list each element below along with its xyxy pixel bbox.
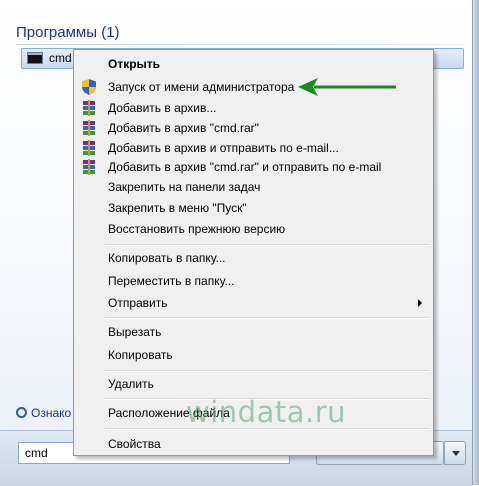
menu-item-cmd-rar-and-email[interactable]: Добавить в архив "cmd.rar" и отправить п…	[77, 157, 430, 177]
menu-item-label: Добавить в архив и отправить по e-mail..…	[108, 141, 339, 155]
menu-item-label: Вырезать	[108, 325, 162, 339]
watermark: windata.ru	[186, 395, 346, 429]
menu-item-label: Свойства	[108, 437, 161, 451]
menu-item-copy-to-folder[interactable]: Копировать в папку...	[77, 248, 430, 268]
menu-item-label: Открыть	[108, 57, 161, 71]
menu-item-properties[interactable]: Свойства	[77, 434, 430, 454]
shutdown-options-arrow[interactable]	[444, 441, 466, 465]
menu-item-label: Добавить в архив...	[108, 101, 217, 115]
menu-item-pin-taskbar[interactable]: Закрепить на панели задач	[77, 177, 430, 197]
annotation-arrow-icon	[298, 78, 396, 96]
see-more-results-label: Ознако	[31, 406, 72, 420]
uac-shield-icon	[82, 79, 96, 95]
menu-item-restore-previous[interactable]: Восстановить прежнюю версию	[77, 219, 430, 239]
menu-item-label: Закрепить в меню "Пуск"	[108, 201, 247, 215]
cmd-console-icon	[27, 52, 43, 64]
menu-item-open[interactable]: Открыть	[77, 54, 430, 74]
menu-separator	[105, 370, 429, 372]
winrar-icon	[83, 120, 95, 136]
winrar-icon	[83, 159, 95, 175]
search-result-label: cmd	[49, 51, 72, 65]
see-more-results-link[interactable]: Ознако	[16, 406, 71, 420]
menu-item-archive-and-email[interactable]: Добавить в архив и отправить по e-mail..…	[77, 138, 430, 158]
menu-item-label: Добавить в архив "cmd.rar" и отправить п…	[108, 160, 382, 174]
menu-item-label: Запуск от имени администратора	[108, 80, 295, 94]
menu-item-add-to-cmd-rar[interactable]: Добавить в архив "cmd.rar"	[77, 118, 430, 138]
menu-item-move-to-folder[interactable]: Переместить в папку...	[77, 271, 430, 291]
menu-item-copy[interactable]: Копировать	[77, 345, 430, 365]
menu-separator	[105, 317, 429, 319]
menu-item-pin-start[interactable]: Закрепить в меню "Пуск"	[77, 198, 430, 218]
submenu-arrow-icon	[418, 299, 422, 307]
section-divider	[16, 44, 464, 45]
menu-item-label: Удалить	[108, 377, 154, 391]
menu-item-label: Отправить	[108, 296, 168, 310]
search-icon	[16, 407, 27, 418]
menu-item-send-to[interactable]: Отправить	[77, 293, 430, 313]
start-menu-right-frame	[472, 0, 479, 485]
menu-separator	[105, 244, 429, 246]
menu-item-add-to-archive[interactable]: Добавить в архив...	[77, 98, 430, 118]
winrar-icon	[83, 140, 95, 156]
menu-item-cut[interactable]: Вырезать	[77, 322, 430, 342]
menu-item-label: Копировать в папку...	[108, 251, 226, 265]
programs-section-title: Программы (1)	[16, 24, 120, 41]
menu-item-label: Восстановить прежнюю версию	[108, 222, 286, 236]
menu-item-label: Закрепить на панели задач	[108, 180, 261, 194]
winrar-icon	[83, 100, 95, 116]
menu-item-label: Добавить в архив "cmd.rar"	[108, 121, 259, 135]
menu-item-label: Переместить в папку...	[108, 274, 235, 288]
menu-item-delete[interactable]: Удалить	[77, 374, 430, 394]
menu-item-label: Копировать	[108, 348, 173, 362]
